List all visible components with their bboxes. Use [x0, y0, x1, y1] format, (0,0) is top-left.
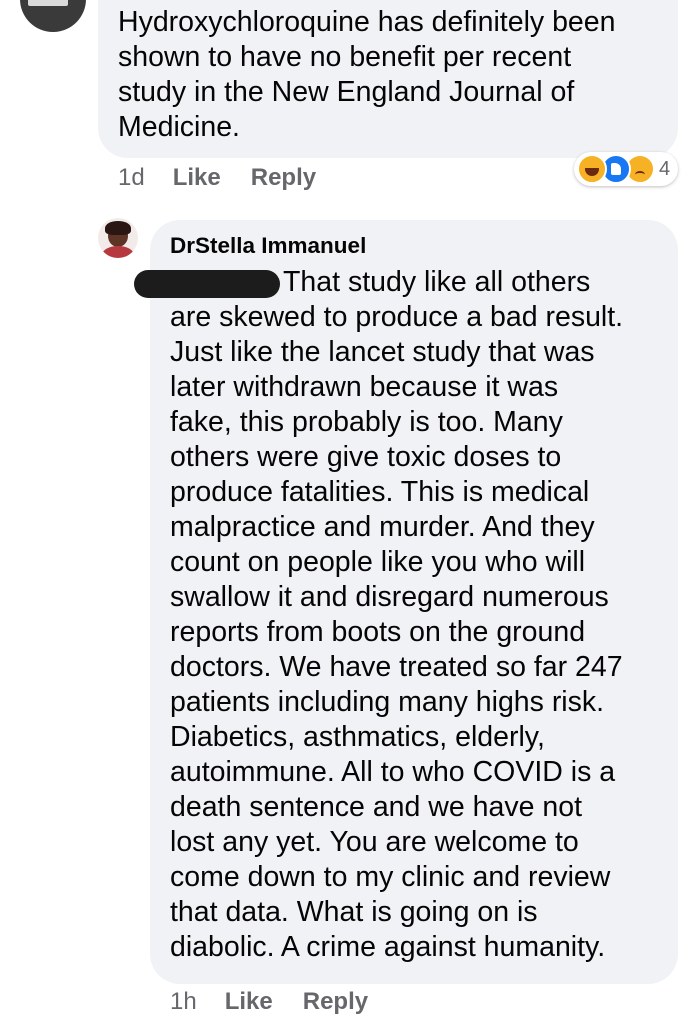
comment-actions: 1d Like Reply: [118, 164, 346, 192]
reactions-summary[interactable]: 4: [574, 152, 679, 186]
reply-button[interactable]: Reply: [251, 164, 316, 192]
avatar-shirt: [102, 246, 134, 258]
reply-author-name[interactable]: DrStella Immanuel: [170, 233, 366, 259]
reply-reply-button[interactable]: Reply: [303, 988, 368, 1016]
avatar-image-detail: [28, 0, 68, 6]
reply-author-avatar[interactable]: [98, 218, 138, 258]
like-button[interactable]: Like: [173, 164, 221, 192]
reply-text: That study like all others are skewed to…: [170, 266, 624, 963]
reaction-count: 4: [659, 157, 671, 180]
reply-like-button[interactable]: Like: [225, 988, 273, 1016]
reply-actions: 1h Like Reply: [170, 988, 398, 1016]
reply-timestamp[interactable]: 1h: [170, 988, 197, 1016]
haha-icon: [577, 154, 607, 184]
avatar-hair: [105, 221, 131, 235]
commenter-avatar[interactable]: [20, 0, 86, 32]
comment-text: Hydroxychloroquine has definitely been s…: [118, 6, 616, 143]
comment-timestamp[interactable]: 1d: [118, 164, 145, 192]
